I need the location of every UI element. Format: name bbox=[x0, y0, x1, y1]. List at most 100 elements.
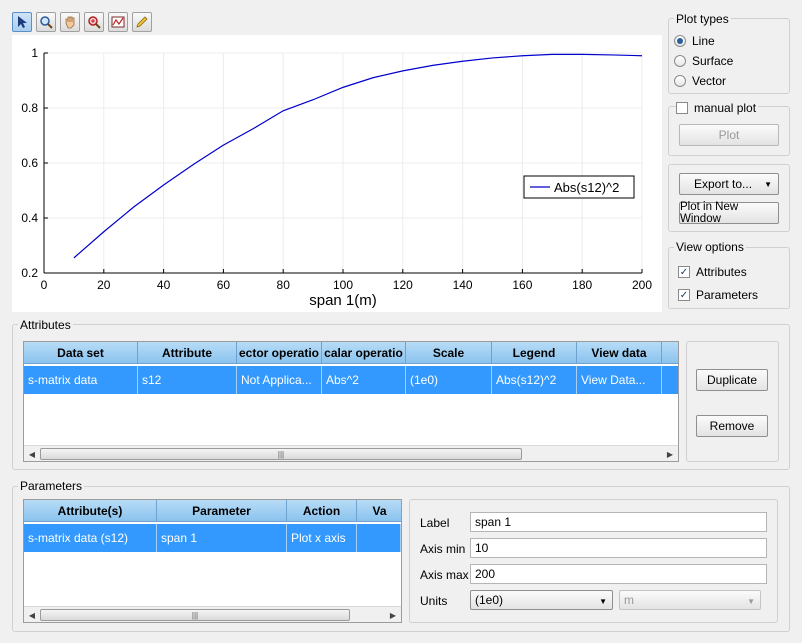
column-header-extra bbox=[662, 342, 678, 364]
table-row[interactable]: s-matrix data s12 Not Applica... Abs^2 (… bbox=[24, 366, 678, 394]
radio-surface[interactable]: Surface bbox=[674, 54, 733, 68]
units-caption: Units bbox=[420, 594, 448, 608]
table-row[interactable]: s-matrix data (s12) span 1 Plot x axis bbox=[24, 524, 401, 552]
attributes-checkbox[interactable]: ✓ Attributes bbox=[678, 265, 747, 279]
scroll-left-icon[interactable]: ◀ bbox=[27, 448, 37, 460]
units-scale-dropdown[interactable]: (1e0) ▼ bbox=[470, 590, 613, 610]
radio-vector[interactable]: Vector bbox=[674, 74, 726, 88]
units-scale-value: (1e0) bbox=[475, 593, 504, 607]
radio-surface-label: Surface bbox=[692, 54, 734, 68]
axis-max-field[interactable]: 200 bbox=[470, 564, 767, 584]
axis-min-field[interactable]: 10 bbox=[470, 538, 767, 558]
manual-plot-checkbox[interactable]: manual plot bbox=[676, 101, 759, 115]
attributes-horizontal-scrollbar[interactable]: ◀ ||| ▶ bbox=[24, 445, 678, 461]
scroll-left-icon[interactable]: ◀ bbox=[27, 609, 37, 621]
attributes-title: Attributes bbox=[18, 318, 73, 332]
zoom-tool-button[interactable] bbox=[36, 12, 56, 32]
axis-max-caption: Axis max bbox=[420, 568, 469, 582]
x-tick-label: 100 bbox=[333, 278, 353, 292]
unit-value: m bbox=[624, 593, 634, 607]
parameters-table[interactable]: Attribute(s) Parameter Action Va s-matri… bbox=[23, 499, 402, 623]
label-caption: Label bbox=[420, 516, 450, 530]
y-tick-label: 0.2 bbox=[21, 266, 38, 280]
x-axis-label: span 1(m) bbox=[309, 292, 377, 309]
label-field[interactable]: span 1 bbox=[470, 512, 767, 532]
cell-action[interactable]: Plot x axis bbox=[287, 524, 357, 552]
column-header-attribute[interactable]: Attribute bbox=[138, 342, 237, 364]
parameters-check-box[interactable]: ✓ bbox=[678, 289, 690, 301]
y-tick-label: 0.8 bbox=[21, 101, 38, 115]
pan-tool-button[interactable] bbox=[60, 12, 80, 32]
parameters-checkbox[interactable]: ✓ Parameters bbox=[678, 288, 758, 302]
scrollbar-thumb[interactable]: ||| bbox=[40, 448, 522, 460]
view-options-title: View options bbox=[674, 240, 746, 254]
axis-min-caption: Axis min bbox=[420, 542, 466, 556]
pointer-tool-button[interactable] bbox=[12, 12, 32, 32]
x-tick-label: 20 bbox=[97, 278, 111, 292]
scrollbar-thumb[interactable]: ||| bbox=[40, 609, 350, 621]
radio-surface-indicator[interactable] bbox=[674, 55, 686, 67]
column-header-value[interactable]: Va bbox=[357, 500, 401, 522]
x-tick-label: 160 bbox=[512, 278, 532, 292]
column-header-scalar-operation[interactable]: calar operatio bbox=[322, 342, 406, 364]
pointer-icon bbox=[18, 16, 27, 28]
radio-vector-indicator[interactable] bbox=[674, 75, 686, 87]
cell-view-data[interactable]: View Data... bbox=[577, 366, 662, 394]
cell-attributes[interactable]: s-matrix data (s12) bbox=[24, 524, 157, 552]
column-header-legend[interactable]: Legend bbox=[492, 342, 577, 364]
radio-vector-label: Vector bbox=[692, 74, 727, 88]
cell-legend[interactable]: Abs(s12)^2 bbox=[492, 366, 577, 394]
unit-dropdown[interactable]: m ▼ bbox=[619, 590, 761, 610]
parameters-horizontal-scrollbar[interactable]: ◀ ||| ▶ bbox=[24, 606, 401, 622]
column-header-view-data[interactable]: View data bbox=[577, 342, 662, 364]
legend-label: Abs(s12)^2 bbox=[554, 180, 619, 195]
plot-button[interactable]: Plot bbox=[679, 124, 779, 146]
series-line bbox=[73, 53, 643, 259]
attributes-check-box[interactable]: ✓ bbox=[678, 266, 690, 278]
dropdown-arrow-icon: ▼ bbox=[747, 597, 755, 606]
parameters-title: Parameters bbox=[18, 479, 85, 493]
attributes-check-label: Attributes bbox=[696, 265, 747, 279]
column-header-action[interactable]: Action bbox=[287, 500, 357, 522]
column-header-data-set[interactable]: Data set bbox=[24, 342, 138, 364]
manual-plot-box[interactable] bbox=[676, 102, 688, 114]
line-chart: 0 20 40 60 80 100 120 140 160 180 200 0.2 0.4 0.6 0.8 1… bbox=[21, 46, 652, 309]
scroll-right-icon[interactable]: ▶ bbox=[388, 609, 398, 621]
remove-button[interactable]: Remove bbox=[696, 415, 768, 437]
radio-line-indicator[interactable] bbox=[674, 35, 686, 47]
cell-scale[interactable]: (1e0) bbox=[406, 366, 492, 394]
cell-scalar-operation[interactable]: Abs^2 bbox=[322, 366, 406, 394]
cell-vector-operation[interactable]: Not Applica... bbox=[237, 366, 322, 394]
attributes-table[interactable]: Data set Attribute ector operatio calar … bbox=[23, 341, 679, 462]
plot-new-window-button[interactable]: Plot in New Window bbox=[679, 201, 779, 225]
column-header-attributes[interactable]: Attribute(s) bbox=[24, 500, 157, 522]
duplicate-button[interactable]: Duplicate bbox=[696, 369, 768, 391]
zoom-region-tool-button[interactable] bbox=[84, 12, 104, 32]
radio-line[interactable]: Line bbox=[674, 34, 715, 48]
dropdown-arrow-icon: ▼ bbox=[764, 179, 772, 189]
pencil-icon bbox=[136, 16, 148, 28]
x-tick-label: 120 bbox=[393, 278, 413, 292]
data-cursor-tool-button[interactable] bbox=[108, 12, 128, 32]
cell-data-set[interactable]: s-matrix data bbox=[24, 366, 138, 394]
column-header-vector-operation[interactable]: ector operatio bbox=[237, 342, 322, 364]
cell-value[interactable] bbox=[357, 524, 401, 552]
cell-parameter[interactable]: span 1 bbox=[157, 524, 287, 552]
x-tick-label: 140 bbox=[453, 278, 473, 292]
zoom-region-icon bbox=[88, 16, 101, 29]
y-tick-label: 0.4 bbox=[21, 211, 38, 225]
cell-attribute[interactable]: s12 bbox=[138, 366, 237, 394]
x-tick-label: 40 bbox=[157, 278, 171, 292]
pan-icon bbox=[65, 16, 75, 29]
export-to-button[interactable]: Export to... ▼ bbox=[679, 173, 779, 195]
zoom-icon bbox=[40, 16, 53, 29]
column-header-scale[interactable]: Scale bbox=[406, 342, 492, 364]
plot-area[interactable]: 0 20 40 60 80 100 120 140 160 180 200 0.2 0.4 0.6 0.8 1… bbox=[12, 35, 662, 312]
pencil-tool-button[interactable] bbox=[132, 12, 152, 32]
x-tick-label: 0 bbox=[41, 278, 48, 292]
x-tick-label: 180 bbox=[572, 278, 592, 292]
column-header-parameter[interactable]: Parameter bbox=[157, 500, 287, 522]
radio-line-label: Line bbox=[692, 34, 715, 48]
scroll-right-icon[interactable]: ▶ bbox=[665, 448, 675, 460]
data-cursor-icon bbox=[111, 16, 125, 28]
